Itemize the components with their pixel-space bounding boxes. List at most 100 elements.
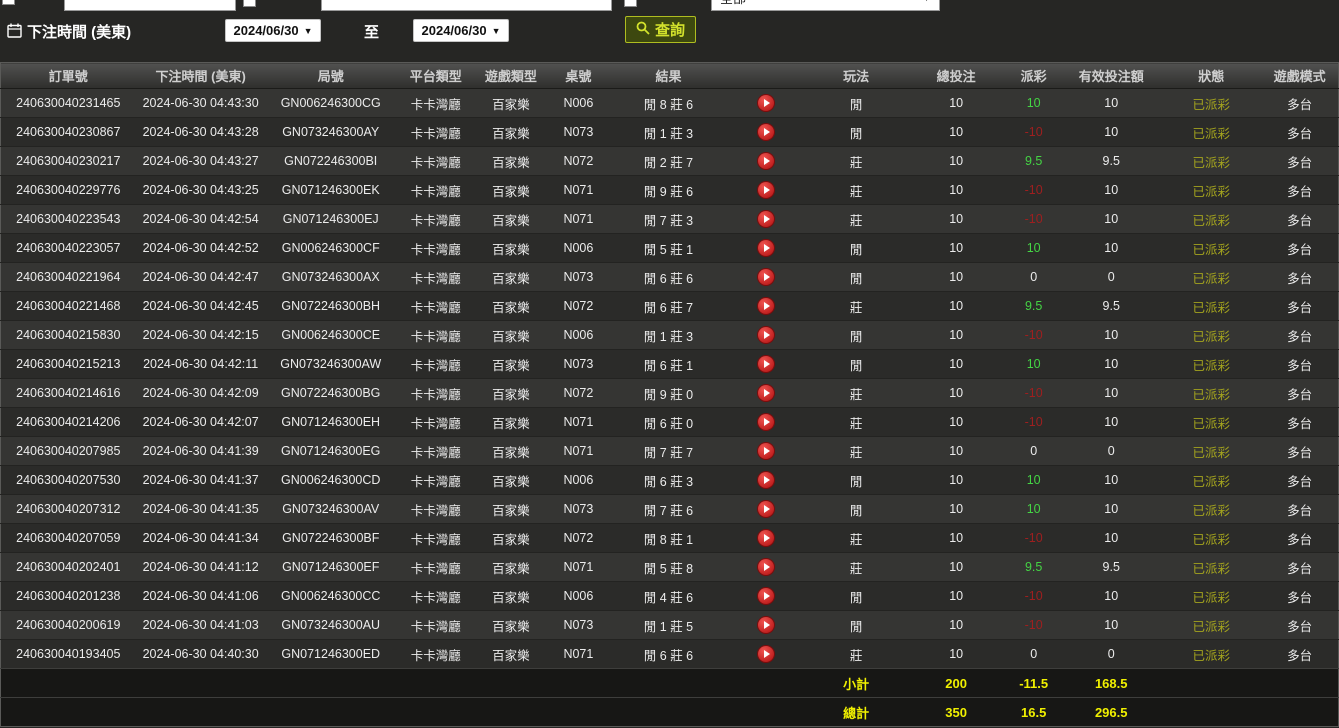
replay-play-icon[interactable] [758,240,774,256]
cell-play: 閒 [806,350,906,379]
record-row: 2406300402152132024-06-30 04:42:11GN0732… [1,350,1339,379]
cell-result: 閒 6 莊 6 [611,640,726,669]
cell-valid-bet: 9.5 [1061,292,1161,321]
cell-payout: 10 [1006,495,1061,524]
cell-table-no: N073 [546,118,611,147]
replay-play-icon[interactable] [758,182,774,198]
replay-play-icon[interactable] [758,385,774,401]
check-icon [4,0,15,2]
replay-play-icon[interactable] [758,646,774,662]
replay-play-icon[interactable] [758,588,774,604]
cell-table-no: N071 [546,640,611,669]
replay-play-icon[interactable] [758,356,774,372]
cell-game: 百家樂 [476,582,546,611]
header-bet-time: 下注時間 (美東) [136,63,266,89]
cell-valid-bet: 10 [1061,379,1161,408]
cell-mode: 多台 [1261,118,1338,147]
cell-play: 莊 [806,147,906,176]
cell-replay [726,263,806,292]
cell-game: 百家樂 [476,263,546,292]
cell-mode: 多台 [1261,89,1338,118]
cell-mode: 多台 [1261,553,1338,582]
cell-game: 百家樂 [476,640,546,669]
cell-order: 240630040221468 [1,292,136,321]
replay-play-icon[interactable] [758,153,774,169]
cell-result: 閒 4 莊 6 [611,582,726,611]
cell-valid-bet: 10 [1061,176,1161,205]
cell-replay [726,640,806,669]
cell-game: 百家樂 [476,350,546,379]
header-valid-bet: 有效投注額 [1061,63,1161,89]
replay-play-icon[interactable] [758,443,774,459]
cell-time: 2024-06-30 04:41:12 [136,553,266,582]
header-round-no: 局號 [266,63,396,89]
cell-replay [726,205,806,234]
cell-valid-bet: 10 [1061,118,1161,147]
cell-order: 240630040229776 [1,176,136,205]
replay-play-icon[interactable] [758,269,774,285]
replay-play-icon[interactable] [758,530,774,546]
cell-payout: -10 [1006,321,1061,350]
cell-game: 百家樂 [476,495,546,524]
cell-play: 閒 [806,611,906,640]
filter-checkbox-2[interactable] [243,0,256,7]
replay-play-icon[interactable] [758,95,774,111]
cell-round: GN071246300EJ [266,205,396,234]
replay-play-icon[interactable] [758,414,774,430]
cell-round: GN071246300ED [266,640,396,669]
cell-result: 閒 7 莊 3 [611,205,726,234]
cell-total-bet: 10 [906,263,1006,292]
filter-checkbox-3[interactable] [624,0,637,7]
replay-play-icon[interactable] [758,124,774,140]
cell-time: 2024-06-30 04:42:09 [136,379,266,408]
cell-payout: -10 [1006,408,1061,437]
cell-valid-bet: 10 [1061,408,1161,437]
replay-play-icon[interactable] [758,211,774,227]
table-header: 訂單號 下注時間 (美東) 局號 平台類型 遊戲類型 桌號 結果 玩法 總投注 … [1,63,1339,89]
cell-valid-bet: 10 [1061,234,1161,263]
record-row: 2406300402314652024-06-30 04:43:30GN0062… [1,89,1339,118]
cell-game: 百家樂 [476,524,546,553]
cell-time: 2024-06-30 04:41:06 [136,582,266,611]
cell-total-bet: 10 [906,379,1006,408]
filter-select[interactable]: 全部 [711,0,940,11]
date-to-button[interactable]: 2024/06/30 [413,19,509,42]
cell-mode: 多台 [1261,611,1338,640]
records-table: 訂單號 下注時間 (美東) 局號 平台類型 遊戲類型 桌號 結果 玩法 總投注 … [0,62,1339,727]
cell-total-bet: 10 [906,466,1006,495]
cell-platform: 卡卡灣廳 [396,118,476,147]
cell-play: 莊 [806,437,906,466]
cell-order: 240630040223543 [1,205,136,234]
cell-mode: 多台 [1261,263,1338,292]
replay-play-icon[interactable] [758,472,774,488]
date-from-button[interactable]: 2024/06/30 [225,19,321,42]
filter-checkbox-1[interactable] [2,0,15,5]
replay-play-icon[interactable] [758,327,774,343]
replay-play-icon[interactable] [758,501,774,517]
cell-mode: 多台 [1261,582,1338,611]
replay-play-icon[interactable] [758,559,774,575]
total-label: 總計 [806,698,906,727]
cell-mode: 多台 [1261,321,1338,350]
cell-payout: 9.5 [1006,553,1061,582]
cell-result: 閒 9 莊 6 [611,176,726,205]
header-order: 訂單號 [1,63,136,89]
cell-table-no: N073 [546,350,611,379]
replay-play-icon[interactable] [758,617,774,633]
cell-game: 百家樂 [476,118,546,147]
cell-round: GN073246300AW [266,350,396,379]
cell-platform: 卡卡灣廳 [396,437,476,466]
cell-time: 2024-06-30 04:42:47 [136,263,266,292]
header-payout: 派彩 [1006,63,1061,89]
filter-input-2[interactable] [321,0,612,11]
filter-input-1[interactable] [64,0,236,11]
cell-table-no: N072 [546,379,611,408]
cell-total-bet: 10 [906,408,1006,437]
replay-play-icon[interactable] [758,298,774,314]
cell-status: 已派彩 [1161,234,1261,263]
filter-select-value: 全部 [720,0,746,7]
cell-replay [726,524,806,553]
chevron-down-icon [922,0,931,3]
query-button[interactable]: 查詢 [625,16,696,43]
cell-valid-bet: 10 [1061,466,1161,495]
